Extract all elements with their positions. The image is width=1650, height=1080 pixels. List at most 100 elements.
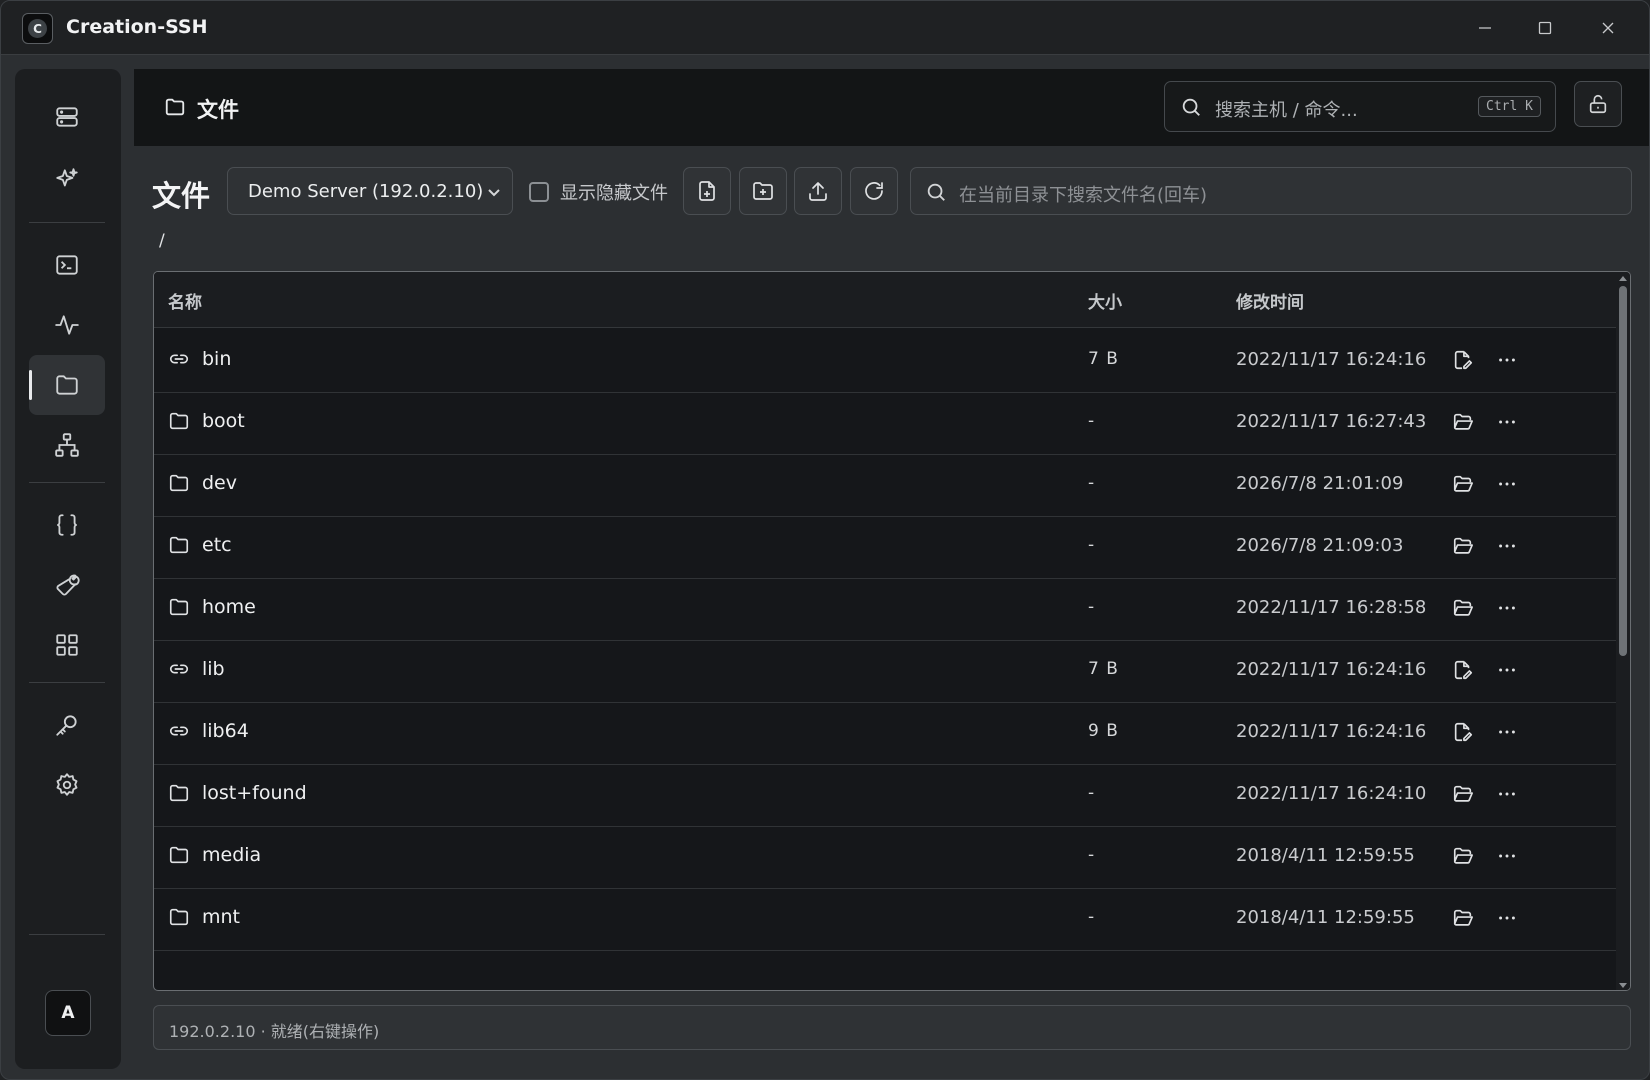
open-folder-button[interactable] bbox=[1452, 535, 1474, 557]
show-hidden-checkbox[interactable] bbox=[529, 182, 549, 202]
file-name[interactable]: dev bbox=[202, 472, 237, 494]
more-icon bbox=[1499, 792, 1515, 796]
file-name[interactable]: home bbox=[202, 596, 256, 618]
new-file-button[interactable] bbox=[683, 167, 731, 215]
refresh-button[interactable] bbox=[850, 167, 898, 215]
more-icon bbox=[1499, 916, 1515, 920]
table-header: 名称 大小 修改时间 bbox=[154, 272, 1617, 328]
more-button[interactable] bbox=[1496, 721, 1518, 743]
table-row[interactable]: dev - 2026/7/8 21:01:09 bbox=[154, 452, 1617, 517]
sidebar-separator bbox=[29, 934, 105, 935]
more-button[interactable] bbox=[1496, 473, 1518, 495]
chevron-down-icon bbox=[488, 189, 500, 197]
open-folder-button[interactable] bbox=[1452, 845, 1474, 867]
table-scrollbar[interactable] bbox=[1616, 272, 1630, 990]
more-button[interactable] bbox=[1496, 597, 1518, 619]
edit-button[interactable] bbox=[1452, 349, 1474, 371]
file-search-input[interactable]: 在当前目录下搜索文件名(回车) bbox=[910, 167, 1632, 215]
edit-button[interactable] bbox=[1452, 721, 1474, 743]
more-button[interactable] bbox=[1496, 783, 1518, 805]
sidebar-item-apps[interactable] bbox=[29, 615, 105, 675]
file-modified: 2026/7/8 21:01:09 bbox=[1236, 473, 1404, 494]
more-button[interactable] bbox=[1496, 845, 1518, 867]
sidebar-separator bbox=[29, 222, 105, 223]
open-folder-button[interactable] bbox=[1452, 907, 1474, 929]
file-name[interactable]: boot bbox=[202, 410, 245, 432]
close-button[interactable] bbox=[1586, 9, 1630, 47]
file-name[interactable]: bin bbox=[202, 348, 231, 370]
sidebar-item-tools[interactable] bbox=[29, 555, 105, 615]
table-row[interactable]: bin 7 B 2022/11/17 16:24:16 bbox=[154, 328, 1617, 393]
sidebar-item-network[interactable] bbox=[29, 415, 105, 475]
link-icon bbox=[169, 354, 189, 364]
more-button[interactable] bbox=[1496, 349, 1518, 371]
sidebar-item-files[interactable] bbox=[29, 355, 105, 415]
sidebar-item-monitor[interactable] bbox=[29, 295, 105, 355]
header-title: 文件 bbox=[197, 98, 239, 122]
file-modified: 2022/11/17 16:24:10 bbox=[1236, 783, 1427, 804]
show-hidden-toggle[interactable]: 显示隐藏文件 bbox=[529, 179, 668, 205]
table-row[interactable]: media - 2018/4/11 12:59:55 bbox=[154, 824, 1617, 889]
file-modified: 2022/11/17 16:27:43 bbox=[1236, 411, 1427, 432]
open-folder-button[interactable] bbox=[1452, 597, 1474, 619]
table-row[interactable]: mnt - 2018/4/11 12:59:55 bbox=[154, 886, 1617, 951]
file-name[interactable]: lib bbox=[202, 658, 225, 680]
column-header-name[interactable]: 名称 bbox=[168, 288, 202, 313]
file-name[interactable]: lost+found bbox=[202, 782, 307, 804]
sidebar-item-snippets[interactable] bbox=[29, 495, 105, 555]
scroll-thumb[interactable] bbox=[1619, 286, 1627, 656]
folder-open-icon bbox=[1453, 909, 1473, 926]
breadcrumb[interactable]: / bbox=[159, 231, 165, 251]
new-file-icon bbox=[699, 181, 715, 201]
link-icon bbox=[169, 664, 189, 674]
file-name[interactable]: etc bbox=[202, 534, 232, 556]
server-select[interactable]: Demo Server (192.0.2.10) bbox=[227, 167, 513, 215]
open-folder-button[interactable] bbox=[1452, 473, 1474, 495]
table-row[interactable]: lib64 9 B 2022/11/17 16:24:16 bbox=[154, 700, 1617, 765]
table-row[interactable]: boot - 2022/11/17 16:27:43 bbox=[154, 390, 1617, 455]
sidebar-item-settings[interactable] bbox=[29, 755, 105, 815]
sidebar-item-terminal[interactable] bbox=[29, 235, 105, 295]
sidebar-item-servers[interactable] bbox=[29, 87, 105, 147]
folder-icon bbox=[169, 474, 189, 492]
sidebar-item-ai[interactable] bbox=[29, 149, 105, 209]
file-modified: 2018/4/11 12:59:55 bbox=[1236, 907, 1415, 928]
more-button[interactable] bbox=[1496, 535, 1518, 557]
file-modified: 2022/11/17 16:24:16 bbox=[1236, 721, 1427, 742]
file-name[interactable]: media bbox=[202, 844, 261, 866]
close-icon bbox=[1602, 22, 1614, 34]
header-folder-icon bbox=[164, 96, 186, 118]
more-button[interactable] bbox=[1496, 659, 1518, 681]
column-header-size[interactable]: 大小 bbox=[1088, 288, 1122, 313]
avatar[interactable]: A bbox=[45, 990, 91, 1036]
folder-icon bbox=[169, 784, 189, 802]
search-icon bbox=[1182, 98, 1200, 116]
file-name[interactable]: lib64 bbox=[202, 720, 249, 742]
open-folder-button[interactable] bbox=[1452, 783, 1474, 805]
minimize-button[interactable] bbox=[1463, 9, 1507, 47]
sidebar-item-keys[interactable] bbox=[29, 695, 105, 755]
global-search-input[interactable]: 搜索主机 / 命令... Ctrl K bbox=[1164, 81, 1556, 132]
braces-icon bbox=[57, 514, 77, 536]
open-folder-button[interactable] bbox=[1452, 411, 1474, 433]
folder-open-icon bbox=[1453, 847, 1473, 864]
table-row[interactable]: home - 2022/11/17 16:28:58 bbox=[154, 576, 1617, 641]
more-button[interactable] bbox=[1496, 907, 1518, 929]
maximize-button[interactable] bbox=[1523, 9, 1567, 47]
folder-icon bbox=[56, 375, 78, 395]
file-name[interactable]: mnt bbox=[202, 906, 240, 928]
table-row[interactable]: lost+found - 2022/11/17 16:24:10 bbox=[154, 762, 1617, 827]
column-header-modified[interactable]: 修改时间 bbox=[1236, 288, 1304, 313]
shortcut-badge: Ctrl K bbox=[1478, 96, 1541, 117]
edit-button[interactable] bbox=[1452, 659, 1474, 681]
scroll-up-arrow[interactable] bbox=[1619, 276, 1627, 281]
page-header: 文件 搜索主机 / 命令... Ctrl K bbox=[134, 69, 1649, 146]
new-folder-button[interactable] bbox=[739, 167, 787, 215]
table-row[interactable]: etc - 2026/7/8 21:09:03 bbox=[154, 514, 1617, 579]
table-row[interactable]: lib 7 B 2022/11/17 16:24:16 bbox=[154, 638, 1617, 703]
more-button[interactable] bbox=[1496, 411, 1518, 433]
wrench-icon bbox=[56, 574, 80, 596]
upload-button[interactable] bbox=[794, 167, 842, 215]
lock-button[interactable] bbox=[1574, 81, 1622, 127]
scroll-down-arrow[interactable] bbox=[1619, 983, 1627, 988]
